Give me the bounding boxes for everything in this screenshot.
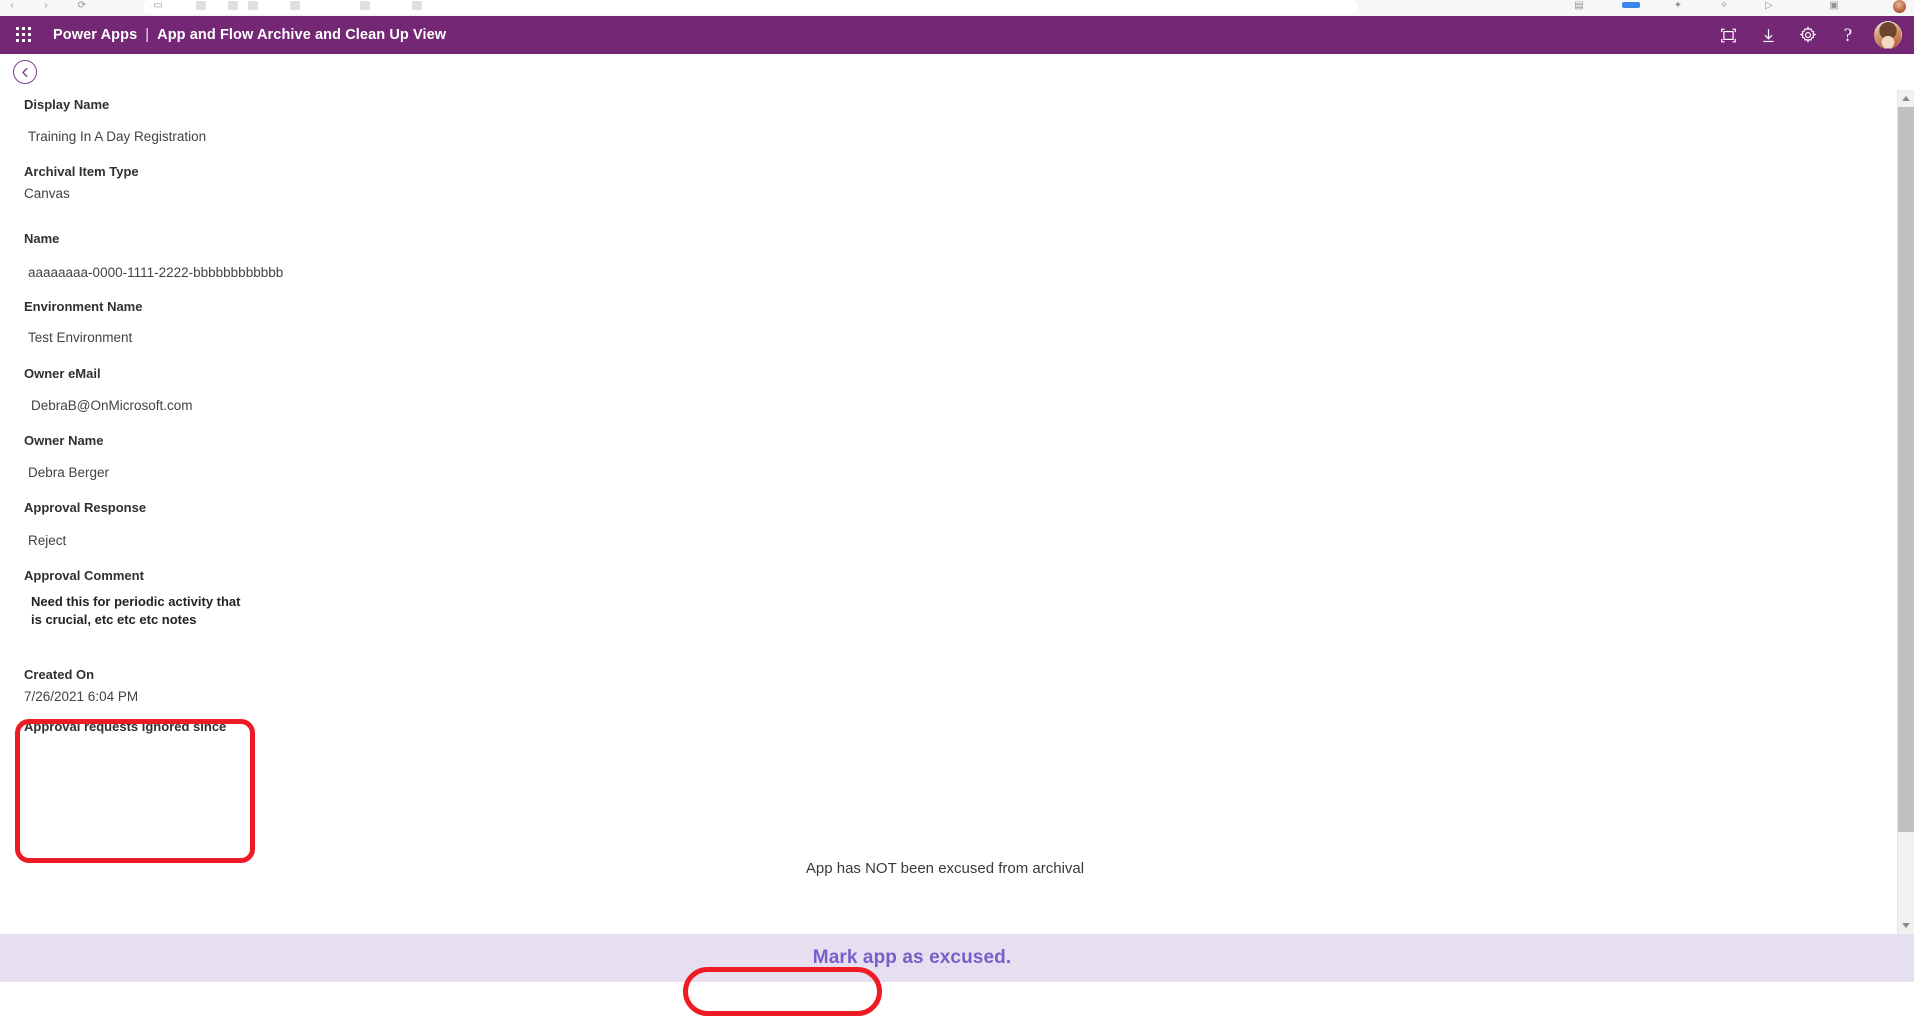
field-label-environment-name: Environment Name — [24, 299, 143, 314]
browser-chrome-glyph — [290, 1, 300, 10]
browser-account-avatar[interactable] — [1893, 0, 1906, 13]
field-value-approval-comment: Need this for periodic activity that is … — [31, 594, 241, 628]
browser-forward-icon[interactable]: › — [40, 0, 52, 12]
browser-extension-icon[interactable]: ✦ — [1672, 0, 1684, 12]
field-label-owner-email: Owner eMail — [24, 366, 101, 381]
page-title: App and Flow Archive and Clean Up View — [157, 27, 447, 43]
brand-and-title: Power Apps | App and Flow Archive and Cl… — [53, 27, 446, 43]
browser-site-info-icon[interactable]: ▭ — [152, 0, 164, 12]
field-value-approval-response: Reject — [28, 533, 67, 548]
browser-extension-icon[interactable]: ▤ — [1573, 0, 1585, 12]
fit-to-screen-icon[interactable] — [1708, 16, 1748, 54]
archival-status-text: App has NOT been excused from archival — [805, 860, 1085, 877]
field-value-archival-item-type: Canvas — [24, 186, 70, 201]
browser-chrome-glyph — [412, 1, 422, 10]
field-label-approval-response: Approval Response — [24, 500, 147, 515]
field-label-approval-requests-ignored-since: Approval requests ignored since — [24, 719, 227, 734]
field-value-environment-name: Test Environment — [28, 330, 133, 345]
app-header: Power Apps | App and Flow Archive and Cl… — [0, 16, 1914, 54]
download-icon[interactable] — [1748, 16, 1788, 54]
gear-icon[interactable] — [1788, 16, 1828, 54]
field-label-display-name: Display Name — [24, 97, 110, 112]
field-label-archival-item-type: Archival Item Type — [24, 164, 139, 179]
browser-chrome-glyph — [360, 1, 370, 10]
browser-menu-icon[interactable]: ▷ — [1763, 0, 1775, 12]
browser-chrome-glyph — [196, 1, 206, 10]
back-button[interactable] — [13, 60, 37, 84]
field-label-owner-name: Owner Name — [24, 433, 104, 448]
browser-extension-icon[interactable] — [1622, 2, 1640, 8]
field-label-name: Name — [24, 231, 60, 246]
field-value-owner-email: DebraB@OnMicrosoft.com — [31, 398, 193, 413]
browser-url-bar[interactable] — [143, 0, 1358, 14]
field-value-display-name: Training In A Day Registration — [28, 129, 207, 144]
app-canvas: Display Name Training In A Day Registrat… — [0, 54, 1914, 934]
browser-chrome-glyph — [248, 1, 258, 10]
field-label-approval-comment: Approval Comment — [24, 568, 144, 583]
app-launcher-icon[interactable] — [10, 21, 38, 49]
field-label-created-on: Created On — [24, 667, 95, 682]
browser-reload-icon[interactable]: ⟳ — [76, 0, 88, 12]
below-action-bar-spacer — [0, 982, 1914, 1018]
help-icon[interactable]: ? — [1828, 16, 1868, 54]
brand-separator: | — [145, 27, 150, 43]
scrollbar-thumb[interactable] — [1898, 107, 1914, 832]
browser-back-icon[interactable]: ‹ — [6, 0, 18, 12]
field-value-created-on: 7/26/2021 6:04 PM — [24, 689, 139, 704]
action-bar: Mark app as excused. — [0, 934, 1914, 982]
brand-label: Power Apps — [53, 27, 138, 43]
field-value-owner-name: Debra Berger — [28, 465, 110, 480]
mark-app-as-excused-button[interactable]: Mark app as excused. — [803, 947, 1021, 969]
help-label: ? — [1843, 24, 1853, 46]
vertical-scrollbar[interactable] — [1897, 90, 1914, 934]
user-avatar[interactable] — [1874, 21, 1902, 49]
browser-chrome-glyph — [228, 1, 238, 10]
scroll-down-arrow-icon[interactable] — [1898, 917, 1914, 934]
browser-chrome: ‹ › ⟳ ▭ ▤ ✦ ✧ ▷ ▣ — [0, 0, 1914, 16]
field-value-name: aaaaaaaa-0000-1111-2222-bbbbbbbbbbbb — [28, 265, 284, 280]
app-root: ‹ › ⟳ ▭ ▤ ✦ ✧ ▷ ▣ Power Apps | App and F… — [0, 0, 1914, 1018]
browser-extension-icon[interactable]: ✧ — [1718, 0, 1730, 12]
scroll-up-arrow-icon[interactable] — [1898, 90, 1914, 107]
browser-profile-icon[interactable]: ▣ — [1828, 0, 1840, 12]
